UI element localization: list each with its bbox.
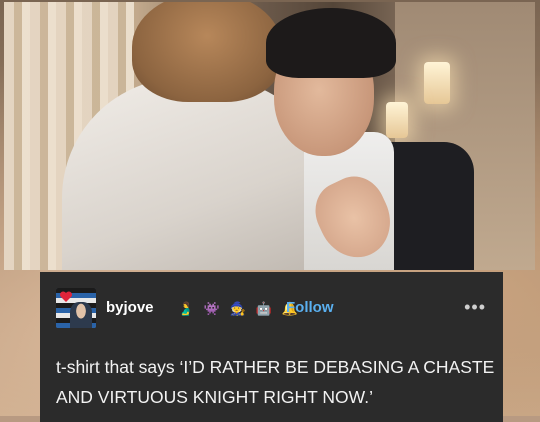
post-card: byjove 🫃 👾 🧙 🤖 🔔 Follow ••• t-shirt that… <box>40 272 503 422</box>
badge-icon[interactable]: 🤖 <box>254 298 274 318</box>
avatar-person <box>70 302 92 328</box>
heart-icon <box>59 291 73 302</box>
badges: 🫃 👾 🧙 🤖 🔔 <box>176 296 300 320</box>
follow-button[interactable]: Follow <box>286 299 334 316</box>
post-text: t-shirt that says ‘I’D RATHER BE DEBASIN… <box>56 357 495 407</box>
post-photo <box>4 2 535 270</box>
person-front-hair <box>266 8 396 78</box>
badge-icon[interactable]: 👾 <box>202 298 222 318</box>
post-header: byjove 🫃 👾 🧙 🤖 🔔 Follow ••• <box>56 288 486 328</box>
badge-icon[interactable]: 🧙 <box>228 298 248 318</box>
badge-icon[interactable]: 🫃 <box>176 298 196 318</box>
more-options-icon[interactable]: ••• <box>464 297 486 318</box>
wall-lamp <box>386 102 408 138</box>
person-back-hair <box>132 2 282 102</box>
username[interactable]: byjove <box>106 299 154 316</box>
avatar[interactable] <box>56 288 96 328</box>
wall-lamp <box>424 62 450 104</box>
